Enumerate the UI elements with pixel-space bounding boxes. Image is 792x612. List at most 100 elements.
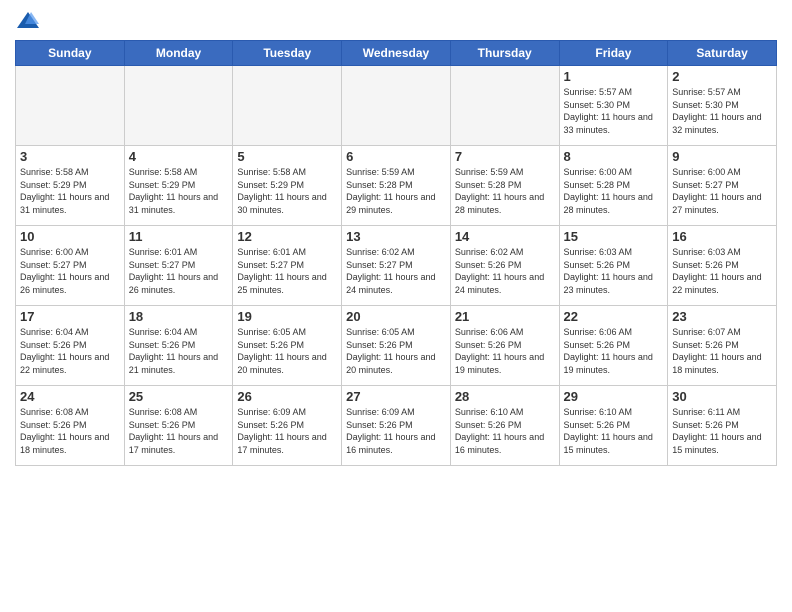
day-info: Sunrise: 5:58 AMSunset: 5:29 PMDaylight:… — [20, 166, 120, 216]
day-number: 22 — [564, 309, 664, 324]
calendar-week-row: 10 Sunrise: 6:00 AMSunset: 5:27 PMDayligh… — [16, 226, 777, 306]
calendar-week-row: 1 Sunrise: 5:57 AMSunset: 5:30 PMDaylight… — [16, 66, 777, 146]
day-number: 15 — [564, 229, 664, 244]
calendar-cell: 5Sunrise: 5:58 AMSunset: 5:29 PMDaylight… — [233, 146, 342, 226]
day-info: Sunrise: 5:59 AMSunset: 5:28 PMDaylight:… — [455, 166, 555, 216]
day-number: 11 — [129, 229, 229, 244]
day-info: Sunrise: 6:00 AMSunset: 5:27 PMDaylight:… — [20, 246, 120, 296]
weekday-header-wednesday: Wednesday — [342, 41, 451, 66]
weekday-header-thursday: Thursday — [450, 41, 559, 66]
page: SundayMondayTuesdayWednesdayThursdayFrid… — [0, 0, 792, 612]
calendar-cell — [124, 66, 233, 146]
day-info: Sunrise: 6:06 AMSunset: 5:26 PMDaylight:… — [455, 326, 555, 376]
weekday-header-friday: Friday — [559, 41, 668, 66]
day-number: 21 — [455, 309, 555, 324]
day-number: 9 — [672, 149, 772, 164]
day-number: 23 — [672, 309, 772, 324]
calendar-cell: 17 Sunrise: 6:04 AMSunset: 5:26 PMDayligh… — [16, 306, 125, 386]
day-number: 29 — [564, 389, 664, 404]
calendar-week-row: 17 Sunrise: 6:04 AMSunset: 5:26 PMDayligh… — [16, 306, 777, 386]
calendar-week-row: 24 Sunrise: 6:08 AMSunset: 5:26 PMDayligh… — [16, 386, 777, 466]
day-number: 26 — [237, 389, 337, 404]
calendar-cell: 4 Sunrise: 5:58 AMSunset: 5:29 PMDaylight… — [124, 146, 233, 226]
day-info: Sunrise: 5:59 AMSunset: 5:28 PMDaylight:… — [346, 166, 446, 216]
calendar-cell: 22Sunrise: 6:06 AMSunset: 5:26 PMDayligh… — [559, 306, 668, 386]
calendar-cell: 20 Sunrise: 6:05 AMSunset: 5:26 PMDayligh… — [342, 306, 451, 386]
calendar-cell: 26 Sunrise: 6:09 AMSunset: 5:26 PMDayligh… — [233, 386, 342, 466]
calendar-cell: 2 Sunrise: 5:57 AMSunset: 5:30 PMDaylight… — [668, 66, 777, 146]
day-info: Sunrise: 6:08 AMSunset: 5:26 PMDaylight:… — [20, 406, 120, 456]
calendar-cell — [233, 66, 342, 146]
day-number: 19 — [237, 309, 337, 324]
day-number: 6 — [346, 149, 446, 164]
day-info: Sunrise: 5:57 AMSunset: 5:30 PMDaylight:… — [564, 86, 664, 136]
calendar-cell — [342, 66, 451, 146]
day-number: 10 — [20, 229, 120, 244]
calendar-cell: 29 Sunrise: 6:10 AMSunset: 5:26 PMDayligh… — [559, 386, 668, 466]
day-info: Sunrise: 6:00 AMSunset: 5:27 PMDaylight:… — [672, 166, 772, 216]
day-info: Sunrise: 6:05 AMSunset: 5:26 PMDaylight:… — [237, 326, 337, 376]
day-info: Sunrise: 5:58 AMSunset: 5:29 PMDaylight:… — [129, 166, 229, 216]
calendar-cell: 14 Sunrise: 6:02 AMSunset: 5:26 PMDayligh… — [450, 226, 559, 306]
day-number: 4 — [129, 149, 229, 164]
calendar-cell: 8 Sunrise: 6:00 AMSunset: 5:28 PMDaylight… — [559, 146, 668, 226]
weekday-header-tuesday: Tuesday — [233, 41, 342, 66]
calendar-cell: 23 Sunrise: 6:07 AMSunset: 5:26 PMDayligh… — [668, 306, 777, 386]
day-info: Sunrise: 6:01 AMSunset: 5:27 PMDaylight:… — [237, 246, 337, 296]
logo-icon — [17, 10, 39, 32]
weekday-header-monday: Monday — [124, 41, 233, 66]
day-info: Sunrise: 6:08 AMSunset: 5:26 PMDaylight:… — [129, 406, 229, 456]
header — [15, 10, 777, 32]
calendar-cell: 6 Sunrise: 5:59 AMSunset: 5:28 PMDaylight… — [342, 146, 451, 226]
day-info: Sunrise: 6:00 AMSunset: 5:28 PMDaylight:… — [564, 166, 664, 216]
calendar-cell: 21 Sunrise: 6:06 AMSunset: 5:26 PMDayligh… — [450, 306, 559, 386]
day-info: Sunrise: 6:10 AMSunset: 5:26 PMDaylight:… — [455, 406, 555, 456]
day-number: 20 — [346, 309, 446, 324]
calendar-cell: 25 Sunrise: 6:08 AMSunset: 5:26 PMDayligh… — [124, 386, 233, 466]
calendar-cell: 13Sunrise: 6:02 AMSunset: 5:27 PMDayligh… — [342, 226, 451, 306]
calendar-cell: 9 Sunrise: 6:00 AMSunset: 5:27 PMDaylight… — [668, 146, 777, 226]
day-number: 14 — [455, 229, 555, 244]
day-info: Sunrise: 6:09 AMSunset: 5:26 PMDaylight:… — [237, 406, 337, 456]
day-number: 30 — [672, 389, 772, 404]
weekday-header-row: SundayMondayTuesdayWednesdayThursdayFrid… — [16, 41, 777, 66]
day-info: Sunrise: 6:03 AMSunset: 5:26 PMDaylight:… — [564, 246, 664, 296]
calendar-cell: 12Sunrise: 6:01 AMSunset: 5:27 PMDayligh… — [233, 226, 342, 306]
day-info: Sunrise: 6:04 AMSunset: 5:26 PMDaylight:… — [129, 326, 229, 376]
day-info: Sunrise: 6:09 AMSunset: 5:26 PMDaylight:… — [346, 406, 446, 456]
day-number: 3 — [20, 149, 120, 164]
calendar-week-row: 3 Sunrise: 5:58 AMSunset: 5:29 PMDaylight… — [16, 146, 777, 226]
day-info: Sunrise: 6:11 AMSunset: 5:26 PMDaylight:… — [672, 406, 772, 456]
calendar-cell: 3 Sunrise: 5:58 AMSunset: 5:29 PMDaylight… — [16, 146, 125, 226]
day-number: 1 — [564, 69, 664, 84]
calendar-cell: 18 Sunrise: 6:04 AMSunset: 5:26 PMDayligh… — [124, 306, 233, 386]
day-info: Sunrise: 6:07 AMSunset: 5:26 PMDaylight:… — [672, 326, 772, 376]
calendar-cell: 10 Sunrise: 6:00 AMSunset: 5:27 PMDayligh… — [16, 226, 125, 306]
day-info: Sunrise: 6:05 AMSunset: 5:26 PMDaylight:… — [346, 326, 446, 376]
day-number: 27 — [346, 389, 446, 404]
calendar: SundayMondayTuesdayWednesdayThursdayFrid… — [15, 40, 777, 466]
day-info: Sunrise: 6:01 AMSunset: 5:27 PMDaylight:… — [129, 246, 229, 296]
day-info: Sunrise: 6:04 AMSunset: 5:26 PMDaylight:… — [20, 326, 120, 376]
calendar-cell: 28 Sunrise: 6:10 AMSunset: 5:26 PMDayligh… — [450, 386, 559, 466]
day-number: 28 — [455, 389, 555, 404]
day-info: Sunrise: 6:10 AMSunset: 5:26 PMDaylight:… — [564, 406, 664, 456]
day-info: Sunrise: 6:02 AMSunset: 5:27 PMDaylight:… — [346, 246, 446, 296]
day-number: 16 — [672, 229, 772, 244]
calendar-cell: 19 Sunrise: 6:05 AMSunset: 5:26 PMDayligh… — [233, 306, 342, 386]
day-number: 25 — [129, 389, 229, 404]
day-number: 8 — [564, 149, 664, 164]
weekday-header-saturday: Saturday — [668, 41, 777, 66]
calendar-cell: 27 Sunrise: 6:09 AMSunset: 5:26 PMDayligh… — [342, 386, 451, 466]
day-number: 18 — [129, 309, 229, 324]
day-number: 17 — [20, 309, 120, 324]
day-number: 24 — [20, 389, 120, 404]
calendar-cell: 16 Sunrise: 6:03 AMSunset: 5:26 PMDayligh… — [668, 226, 777, 306]
calendar-cell — [450, 66, 559, 146]
calendar-cell: 11 Sunrise: 6:01 AMSunset: 5:27 PMDayligh… — [124, 226, 233, 306]
day-info: Sunrise: 5:57 AMSunset: 5:30 PMDaylight:… — [672, 86, 772, 136]
day-number: 2 — [672, 69, 772, 84]
day-info: Sunrise: 6:03 AMSunset: 5:26 PMDaylight:… — [672, 246, 772, 296]
day-info: Sunrise: 5:58 AMSunset: 5:29 PMDaylight:… — [237, 166, 337, 216]
day-info: Sunrise: 6:02 AMSunset: 5:26 PMDaylight:… — [455, 246, 555, 296]
